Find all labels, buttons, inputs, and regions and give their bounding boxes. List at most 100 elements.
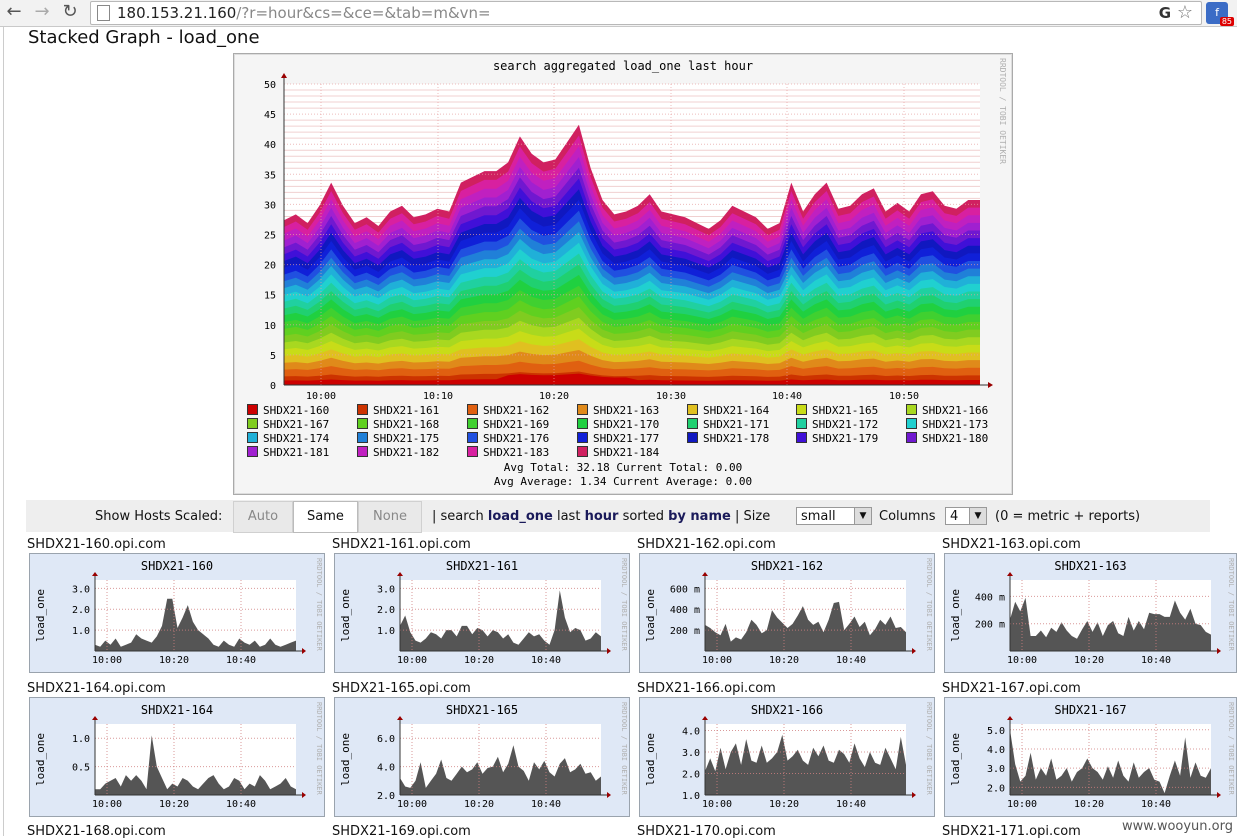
- chevron-down-icon: ▼: [854, 508, 871, 524]
- legend-swatch: [247, 418, 258, 429]
- x-axis-arrow-icon: [607, 648, 611, 654]
- legend-swatch: [796, 404, 807, 415]
- x-tick-label: 10:40: [531, 799, 561, 810]
- columns-hint: (0 = metric + reports): [995, 509, 1141, 524]
- host-graph[interactable]: SHDX21-165 RRDTOOL / TOBI OETIKER 2.0 4.0 6.…: [334, 697, 630, 817]
- columns-select[interactable]: 4 ▼: [945, 507, 987, 525]
- size-select[interactable]: small ▼: [796, 507, 872, 525]
- search-summary: | search load_one last hour sorted by na…: [432, 509, 771, 524]
- legend-item: SHDX21-170: [577, 418, 659, 432]
- legend-label: SHDX21-166: [922, 404, 989, 417]
- x-axis-arrow-icon: [912, 648, 916, 654]
- y-tick-label: 2.0: [377, 605, 395, 616]
- scale-none-button[interactable]: None: [358, 501, 422, 533]
- legend-label: SHDX21-160: [263, 404, 330, 417]
- host-graph-plot: 1.0 2.0 3.0 10:00 10:20 10:40 load_one: [34, 572, 306, 666]
- reload-icon[interactable]: ↻: [60, 2, 80, 22]
- y-tick-label: 45: [264, 110, 276, 121]
- x-tick-label: 10:40: [226, 655, 256, 666]
- y-axis-label: load_one: [644, 589, 657, 642]
- legend-swatch: [247, 432, 258, 443]
- scale-same-button[interactable]: Same: [293, 501, 358, 533]
- legend-item: SHDX21-173: [906, 418, 988, 432]
- host-label[interactable]: SHDX21-163.opi.com: [942, 537, 1081, 552]
- extension-icon[interactable]: f 85: [1206, 2, 1234, 26]
- host-graph[interactable]: SHDX21-163 RRDTOOL / TOBI OETIKER 200 m 400…: [944, 553, 1237, 673]
- legend-swatch: [796, 432, 807, 443]
- host-label[interactable]: SHDX21-162.opi.com: [637, 537, 776, 552]
- legend-label: SHDX21-163: [593, 404, 660, 417]
- y-axis-arrow-icon: [1007, 716, 1013, 720]
- legend-item: SHDX21-172: [796, 418, 878, 432]
- x-tick-label: 10:40: [1141, 799, 1171, 810]
- host-label[interactable]: SHDX21-168.opi.com: [27, 824, 166, 839]
- y-axis-arrow-icon: [397, 572, 403, 576]
- host-graph-plot: 200 m 400 m 10:00 10:20 10:40 load_one: [949, 572, 1221, 666]
- url-path: /?r=hour&cs=&ce=&tab=m&vn=: [236, 4, 491, 22]
- host-graph-plot: 200 m 400 m 600 m 10:00 10:20 10:40 load_one: [644, 572, 916, 666]
- y-tick-label: 25: [264, 231, 276, 242]
- legend-swatch: [357, 404, 368, 415]
- host-label[interactable]: SHDX21-164.opi.com: [27, 681, 166, 696]
- avg-average-line: Avg Average: 1.34 Current Average: 0.00: [493, 475, 753, 488]
- y-tick-label: 50: [264, 80, 276, 91]
- host-label[interactable]: SHDX21-167.opi.com: [942, 681, 1081, 696]
- host-label[interactable]: SHDX21-160.opi.com: [27, 537, 166, 552]
- scale-auto-button[interactable]: Auto: [233, 501, 293, 533]
- y-tick-label: 3.0: [72, 584, 90, 595]
- host-graph[interactable]: SHDX21-167 RRDTOOL / TOBI OETIKER 2.0 3.0 4.…: [944, 697, 1237, 817]
- legend-item: SHDX21-160: [247, 404, 329, 418]
- legend-item: SHDX21-174: [247, 432, 329, 446]
- x-tick-label: 10:20: [159, 655, 189, 666]
- legend-swatch: [906, 418, 917, 429]
- host-graph[interactable]: SHDX21-161 RRDTOOL / TOBI OETIKER 1.0 2.0 3.…: [334, 553, 630, 673]
- y-tick-label: 1.0: [72, 626, 90, 637]
- star-icon[interactable]: ☆: [1177, 2, 1193, 23]
- host-controls-bar: Show Hosts Scaled: Auto Same None | sear…: [26, 500, 1210, 533]
- y-tick-label: 40: [264, 140, 276, 151]
- legend-swatch: [906, 404, 917, 415]
- y-axis-label: load_one: [644, 733, 657, 786]
- x-tick-label: 10:20: [769, 799, 799, 810]
- arrow-left-icon[interactable]: ←: [4, 2, 24, 22]
- x-axis-arrow-icon: [607, 792, 611, 798]
- y-tick-label: 4.0: [987, 745, 1005, 756]
- show-hosts-label: Show Hosts Scaled:: [95, 509, 223, 524]
- y-axis-label: load_one: [34, 733, 47, 786]
- legend-label: SHDX21-165: [812, 404, 879, 417]
- legend-item: SHDX21-164: [687, 404, 769, 418]
- y-tick-label: 4.0: [377, 763, 395, 774]
- host-graph[interactable]: SHDX21-164 RRDTOOL / TOBI OETIKER 0.5 1.0 10…: [29, 697, 325, 817]
- host-label[interactable]: SHDX21-171.opi.com: [942, 824, 1081, 839]
- y-tick-label: 3.0: [682, 748, 700, 759]
- x-tick-label: 10:20: [464, 799, 494, 810]
- legend-label: SHDX21-176: [483, 432, 550, 445]
- host-label[interactable]: SHDX21-161.opi.com: [332, 537, 471, 552]
- stacked-graph[interactable]: search aggregated load_one last hour RRD…: [233, 53, 1013, 495]
- legend-item: SHDX21-168: [357, 418, 439, 432]
- y-tick-label: 2.0: [377, 791, 395, 802]
- host-graph[interactable]: SHDX21-162 RRDTOOL / TOBI OETIKER 200 m 400…: [639, 553, 935, 673]
- y-tick-label: 0.5: [72, 763, 90, 774]
- host-graph[interactable]: SHDX21-166 RRDTOOL / TOBI OETIKER 1.0 2.0 3.…: [639, 697, 935, 817]
- x-tick-label: 10:30: [656, 391, 686, 399]
- y-tick-label: 400 m: [975, 592, 1005, 603]
- legend-item: SHDX21-161: [357, 404, 439, 418]
- legend-label: SHDX21-170: [593, 418, 660, 431]
- x-tick-label: 10:50: [889, 391, 919, 399]
- host-label[interactable]: SHDX21-166.opi.com: [637, 681, 776, 696]
- y-tick-label: 5.0: [987, 726, 1005, 737]
- address-bar[interactable]: 180.153.21.160/?r=hour&cs=&ce=&tab=m&vn=…: [90, 1, 1202, 25]
- host-label[interactable]: SHDX21-170.opi.com: [637, 824, 776, 839]
- legend-item: SHDX21-162: [467, 404, 549, 418]
- y-tick-label: 400 m: [670, 605, 700, 616]
- arrow-right-icon[interactable]: →: [32, 2, 52, 22]
- host-label[interactable]: SHDX21-165.opi.com: [332, 681, 471, 696]
- y-tick-label: 600 m: [670, 584, 700, 595]
- host-graph[interactable]: SHDX21-160 RRDTOOL / TOBI OETIKER 1.0 2.0 3.…: [29, 553, 325, 673]
- legend-swatch: [577, 418, 588, 429]
- y-axis-arrow-icon: [92, 572, 98, 576]
- y-tick-label: 1.0: [72, 734, 90, 745]
- host-label[interactable]: SHDX21-169.opi.com: [332, 824, 471, 839]
- google-icon[interactable]: G: [1159, 4, 1171, 22]
